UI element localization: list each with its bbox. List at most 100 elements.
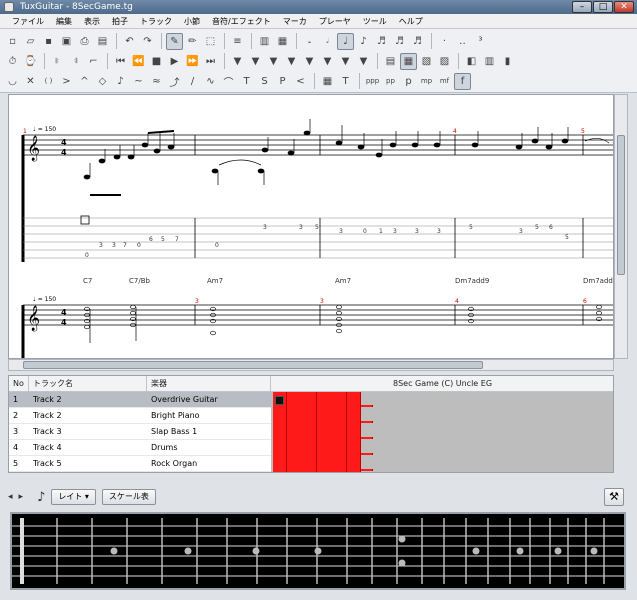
score-canvas[interactable]: 𝄞 4 4 ♩ = 150 03 3 7 0 6 5 7 03 3 5 3 0 … [9, 95, 614, 359]
menu-composition[interactable]: 拍子 [106, 16, 134, 27]
mp-dyn-icon[interactable]: mp [418, 73, 435, 90]
track-row[interactable]: 4 Track 4 Drums [9, 440, 271, 456]
linked-view-icon[interactable]: ▧ [418, 53, 435, 70]
text-icon[interactable]: T [337, 73, 354, 90]
tremolo-icon[interactable]: ≈ [148, 73, 165, 90]
menu-note-effect[interactable]: 音符/エフェクト [206, 16, 277, 27]
grace-icon[interactable]: ♪ [112, 73, 129, 90]
p-icon[interactable]: ▼ [265, 53, 282, 70]
scale-dropdown[interactable]: レイト ▾ [51, 489, 96, 505]
menu-help[interactable]: ヘルプ [393, 16, 429, 27]
col-header-no[interactable]: No [9, 376, 29, 392]
dotted-icon[interactable]: · [436, 33, 453, 50]
layout-icon[interactable]: ▥ [256, 33, 273, 50]
col-header-instrument[interactable]: 楽器 [147, 376, 271, 392]
fretboard[interactable] [10, 512, 626, 590]
vibrato-icon[interactable]: ∿ [202, 73, 219, 90]
mp-icon[interactable]: ▼ [283, 53, 300, 70]
print-preview-icon[interactable]: ▤ [94, 33, 111, 50]
count-in-icon[interactable]: ⌚ [22, 53, 39, 70]
f-dyn-icon[interactable]: f [454, 72, 471, 90]
piano-icon[interactable]: ▮ [499, 53, 516, 70]
thirtysecond-note-icon[interactable]: ♬ [391, 33, 408, 50]
previous-icon[interactable]: ⏪ [130, 53, 147, 70]
undo-icon[interactable]: ↶ [121, 33, 138, 50]
cursor-box[interactable] [80, 215, 90, 225]
f-icon[interactable]: ▼ [319, 53, 336, 70]
next-arrow-icon[interactable]: ▸ [19, 492, 24, 502]
popping-icon[interactable]: P [274, 73, 291, 90]
redo-icon[interactable]: ↷ [139, 33, 156, 50]
track-timeline[interactable] [271, 392, 613, 472]
repeat-open-icon[interactable]: 𝄆 [49, 53, 66, 70]
stop-icon[interactable]: ■ [148, 53, 165, 70]
edit-mode-icon[interactable]: ✎ [166, 32, 183, 50]
fade-in-icon[interactable]: < [292, 73, 309, 90]
track-row[interactable]: 2 Track 2 Bright Piano [9, 408, 271, 424]
harmonic-icon[interactable]: ◇ [94, 73, 111, 90]
menu-view[interactable]: 表示 [78, 16, 106, 27]
repeat-close-icon[interactable]: 𝄇 [67, 53, 84, 70]
select-icon[interactable]: ⬚ [202, 33, 219, 50]
measure-block[interactable] [317, 392, 347, 472]
multitrack-icon[interactable]: ▨ [436, 53, 453, 70]
scrollbar-thumb[interactable] [617, 135, 625, 275]
save-icon[interactable]: ▪ [40, 33, 57, 50]
pencil-icon[interactable]: ✏ [184, 33, 201, 50]
col-header-name[interactable]: トラック名 [29, 376, 147, 392]
playback-cursor[interactable] [275, 396, 284, 405]
last-icon[interactable]: ⏭ [202, 53, 219, 70]
menu-file[interactable]: ファイル [6, 16, 50, 27]
prev-arrow-icon[interactable]: ◂ [8, 492, 13, 502]
alt-ending-icon[interactable]: ⌐ [85, 53, 102, 70]
menu-player[interactable]: プレーヤ [313, 16, 357, 27]
mf-dyn-icon[interactable]: mf [436, 73, 453, 90]
measure-block[interactable] [287, 392, 317, 472]
print-icon[interactable]: ⎙ [76, 33, 93, 50]
play-icon[interactable]: ▶ [166, 53, 183, 70]
tab-view-icon[interactable]: ▦ [400, 52, 417, 70]
next-icon[interactable]: ⏩ [184, 53, 201, 70]
dead-note-icon[interactable]: ✕ [22, 73, 39, 90]
sixteenth-note-icon[interactable]: ♬ [373, 33, 390, 50]
ghost-note-icon[interactable]: ( ) [40, 73, 57, 90]
metronome-icon[interactable]: ⏱ [4, 53, 21, 70]
tie-icon[interactable]: ◡ [4, 73, 21, 90]
menu-track[interactable]: トラック [134, 16, 178, 27]
maximize-button[interactable]: □ [593, 1, 613, 13]
eighth-note-icon[interactable]: ♪ [37, 490, 45, 505]
track-row[interactable]: 3 Track 3 Slap Bass 1 [9, 424, 271, 440]
accent-icon[interactable]: > [58, 73, 75, 90]
score-horizontal-scrollbar[interactable] [8, 359, 614, 371]
hammer-icon[interactable]: ⌒ [220, 73, 237, 90]
scale-button[interactable]: スケール表 [101, 489, 156, 505]
ppp-icon[interactable]: ▼ [229, 53, 246, 70]
chord-icon[interactable]: ▦ [319, 73, 336, 90]
score-view-icon[interactable]: ▤ [382, 53, 399, 70]
hammer-icon[interactable]: ⚒ [604, 488, 624, 506]
ff-icon[interactable]: ▼ [337, 53, 354, 70]
close-button[interactable]: ✕ [614, 1, 634, 13]
fff-icon[interactable]: ▼ [355, 53, 372, 70]
new-icon[interactable]: ▫ [4, 33, 21, 50]
heavy-accent-icon[interactable]: ^ [76, 73, 93, 90]
measure-block[interactable] [347, 392, 361, 472]
menu-tools[interactable]: ツール [357, 16, 393, 27]
menu-edit[interactable]: 編集 [50, 16, 78, 27]
slide-icon[interactable]: / [184, 73, 201, 90]
half-note-icon[interactable]: 𝅗𝅥 [319, 33, 336, 50]
whole-note-icon[interactable]: 𝅝 [301, 33, 318, 50]
first-icon[interactable]: ⏮ [112, 53, 129, 70]
eighth-note-icon[interactable]: ♪ [355, 33, 372, 50]
pp-icon[interactable]: ▼ [247, 53, 264, 70]
slapping-icon[interactable]: S [256, 73, 273, 90]
transport-icon[interactable]: ◧ [463, 53, 480, 70]
minimize-button[interactable]: – [572, 1, 592, 13]
save-as-icon[interactable]: ▣ [58, 33, 75, 50]
tapping-icon[interactable]: T [238, 73, 255, 90]
tempo-icon[interactable]: ≡ [229, 33, 246, 50]
fretboard-canvas[interactable] [12, 514, 624, 588]
menu-marker[interactable]: マーカ [277, 16, 313, 27]
fretboard-icon[interactable]: ▥ [481, 53, 498, 70]
mf-icon[interactable]: ▼ [301, 53, 318, 70]
